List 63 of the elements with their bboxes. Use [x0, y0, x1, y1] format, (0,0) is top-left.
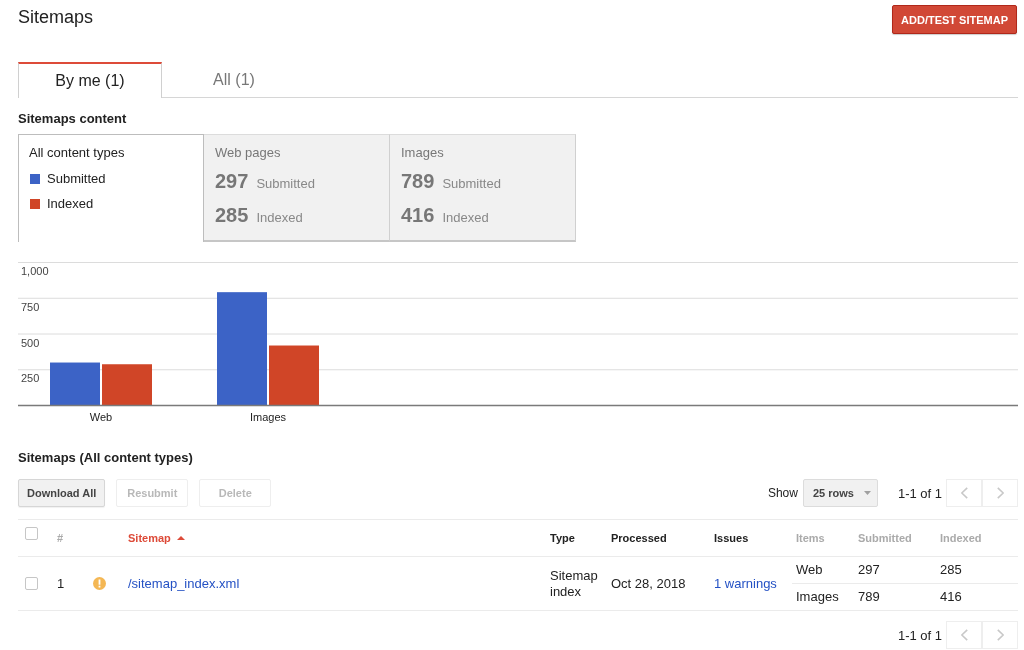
table-cell-text: Sitemap index: [550, 567, 599, 600]
column-header: Submitted: [858, 532, 912, 544]
table-cell: Web: [796, 562, 823, 578]
table-cell: 789: [858, 589, 880, 605]
tab[interactable]: By me (1): [18, 62, 162, 98]
stat-label: Indexed: [256, 209, 303, 227]
page-title: Sitemaps: [18, 6, 94, 28]
table-cell: Images: [796, 589, 839, 605]
column-header[interactable]: Issues: [714, 532, 749, 544]
chart-bar: [50, 362, 100, 405]
stat-value: 789: [401, 169, 435, 194]
table-cell: 1: [57, 575, 65, 592]
show-label: Show: [767, 486, 798, 500]
column-header: Indexed: [940, 532, 982, 544]
table-cell: 297: [858, 562, 880, 578]
table-cell: Oct 28, 2018: [611, 575, 686, 592]
card-title: Web pages: [215, 145, 282, 160]
column-header[interactable]: Sitemap: [128, 532, 185, 544]
chevron-right-icon: [996, 629, 1004, 641]
content-type-card[interactable]: Images 789 Submitted 416 Indexed: [390, 134, 576, 242]
rows-dropdown[interactable]: 25 rows: [802, 479, 878, 507]
section-title: Sitemaps (All content types): [18, 450, 194, 465]
column-header: Items: [796, 532, 825, 544]
axis-tick-label: 750: [21, 300, 40, 313]
page-range: 1-1 of 1: [897, 627, 942, 643]
toolbar-button[interactable]: Download All: [18, 479, 106, 507]
chart-bar: [102, 364, 152, 405]
card-title: Images: [401, 145, 445, 160]
section-title: Sitemaps content: [18, 111, 128, 126]
sitemap-link[interactable]: /sitemap_index.xml: [128, 575, 240, 592]
table-cell: 285: [940, 562, 962, 578]
stat-value: 297: [215, 169, 249, 194]
axis-tick-label: 1,000: [21, 265, 49, 277]
stat-label: Submitted: [256, 175, 315, 193]
axis-category-label: Images: [249, 411, 287, 423]
column-header: #: [57, 532, 64, 544]
tab[interactable]: All (1): [162, 62, 306, 98]
column-header[interactable]: Type: [550, 532, 575, 544]
axis-tick-label: 500: [21, 336, 40, 349]
legend-label: Submitted: [47, 170, 106, 187]
select-all-checkbox[interactable]: [25, 526, 38, 540]
chevron-left-icon: [960, 487, 968, 499]
sort-arrow-icon: [176, 536, 185, 540]
card-title: All content types: [29, 145, 126, 160]
chart-bar: [269, 345, 319, 405]
row-checkbox[interactable]: [25, 577, 38, 590]
stat-label: Indexed: [442, 209, 489, 227]
stat-label: Submitted: [442, 175, 501, 193]
content-type-card[interactable]: Web pages 297 Submitted 285 Indexed: [204, 134, 390, 242]
axis-tick-label: 250: [21, 372, 40, 385]
stat-value: 416: [401, 203, 435, 228]
content-type-card[interactable]: All content types Submitted Indexed: [18, 134, 204, 242]
axis-category-label: Web: [89, 411, 113, 423]
legend-label: Indexed: [47, 195, 94, 212]
warnings-link[interactable]: 1 warnings: [714, 575, 777, 592]
chevron-left-icon: [960, 629, 968, 641]
chevron-right-icon: [996, 487, 1004, 499]
add-sitemap-button[interactable]: ADD/TEST SITEMAP: [892, 5, 1017, 34]
column-header[interactable]: Processed: [611, 532, 667, 544]
stat-value: 285: [215, 203, 249, 228]
table-cell: 416: [940, 589, 962, 605]
page-range: 1-1 of 1: [897, 485, 942, 501]
caret-icon: [863, 491, 871, 495]
